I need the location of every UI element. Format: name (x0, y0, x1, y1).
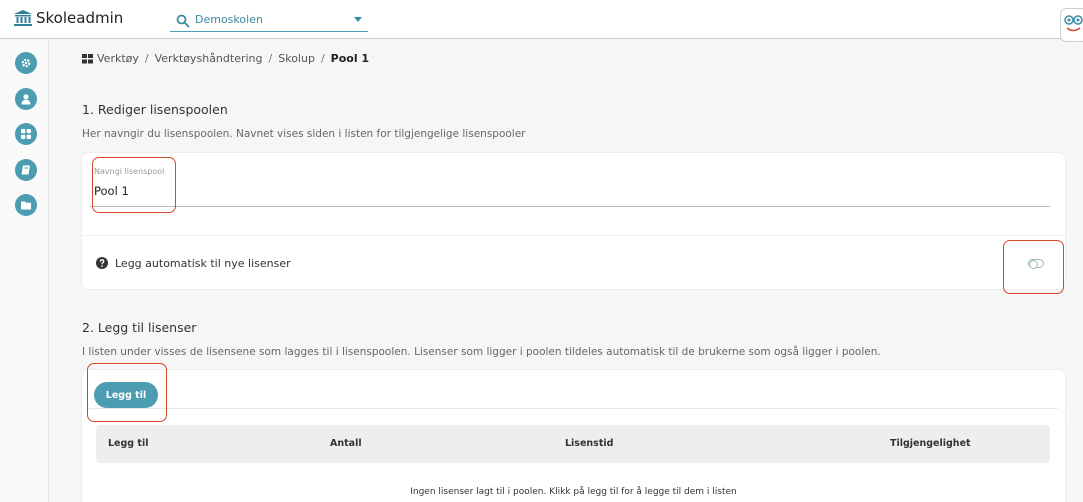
table-header: Legg til Antall Lisenstid Tilgjengelighe… (96, 425, 1050, 463)
section-description-add-licenses: I listen under visses de lisensene som l… (82, 346, 881, 358)
sidebar-item-apps[interactable] (15, 123, 37, 145)
grid-icon (82, 53, 93, 63)
sidebar-item-licenses[interactable] (15, 159, 37, 181)
column-header-count: Antall (330, 438, 362, 449)
user-icon (21, 94, 31, 105)
section-description-edit-pool: Her navngir du lisenspoolen. Navnet vise… (82, 128, 526, 140)
column-header-add: Legg til (108, 438, 149, 449)
auto-add-toggle[interactable] (1028, 259, 1044, 269)
sidebar-item-files[interactable] (15, 194, 37, 216)
breadcrumb-separator: / (144, 52, 149, 65)
school-selector-value: Demoskolen (195, 13, 263, 26)
brand[interactable]: Skoleadmin (14, 9, 123, 27)
folder-icon (21, 201, 31, 210)
empty-table-message: Ingen lisenser lagt til i poolen. Klikk … (410, 487, 737, 497)
section-title-add-licenses: 2. Legg til lisenser (82, 320, 197, 335)
question-icon[interactable] (96, 257, 108, 269)
pool-name-field[interactable]: Navngi lisenspool Pool 1 (90, 167, 1050, 207)
app-name: Skoleadmin (36, 9, 124, 27)
auto-add-row: Legg automatisk til nye lisenser (82, 235, 1065, 289)
chevron-down-icon (354, 17, 362, 22)
sidebar-item-users[interactable] (15, 88, 37, 110)
school-selector[interactable]: Demoskolen (170, 8, 368, 32)
top-bar: Skoleadmin Demoskolen (0, 0, 1083, 42)
bank-icon (14, 10, 32, 26)
pool-name-label: Navngi lisenspool (94, 167, 165, 176)
assistant-button[interactable] (1060, 8, 1083, 42)
sidebar (0, 40, 49, 502)
breadcrumb-tool-management[interactable]: Verktøyshåndtering (155, 52, 263, 65)
section-title-edit-pool: 1. Rediger lisenspoolen (82, 102, 228, 117)
sidebar-item-settings[interactable] (15, 52, 37, 74)
breadcrumb-current: Pool 1 (330, 52, 370, 65)
pool-name-input[interactable]: Pool 1 (94, 184, 129, 198)
assistant-face-icon (1064, 15, 1083, 32)
book-icon (21, 165, 30, 175)
column-header-license-period: Lisenstid (565, 438, 614, 449)
breadcrumb-skolup[interactable]: Skolup (278, 52, 315, 65)
add-license-button[interactable]: Legg til (94, 382, 158, 408)
column-header-availability: Tilgjengelighet (890, 438, 971, 449)
grid-icon (21, 129, 31, 139)
breadcrumb: Verktøy / Verktøyshåndtering / Skolup / … (82, 52, 369, 65)
edit-pool-card: Navngi lisenspool Pool 1 Legg automatisk… (82, 153, 1065, 289)
breadcrumb-tools[interactable]: Verktøy (97, 52, 139, 65)
breadcrumb-separator: / (320, 52, 325, 65)
search-icon (176, 13, 190, 27)
breadcrumb-separator: / (268, 52, 273, 65)
licenses-table: Legg til Antall Lisenstid Tilgjengelighe… (82, 408, 1065, 502)
auto-add-label: Legg automatisk til nye lisenser (115, 257, 291, 270)
licenses-card: Legg til Legg til Antall Lisenstid Tilgj… (82, 370, 1065, 502)
gear-icon (21, 58, 31, 68)
